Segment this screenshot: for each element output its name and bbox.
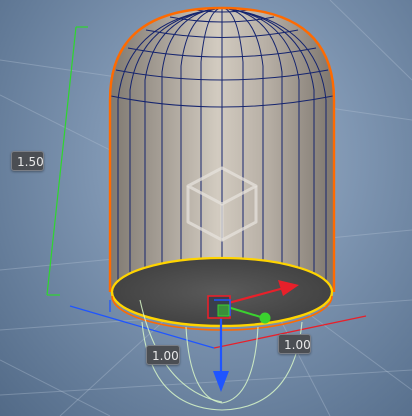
scale-handle-icon[interactable] xyxy=(259,312,271,324)
scene-canvas[interactable] xyxy=(0,0,412,416)
3d-viewport[interactable]: 1.50 1.00 1.00 xyxy=(0,0,412,416)
width-dimension-label[interactable]: 1.00 xyxy=(146,345,180,365)
height-dimension-label[interactable]: 1.50 xyxy=(11,151,44,171)
height-guide xyxy=(46,26,88,296)
depth-dimension-label[interactable]: 1.00 xyxy=(278,334,311,354)
